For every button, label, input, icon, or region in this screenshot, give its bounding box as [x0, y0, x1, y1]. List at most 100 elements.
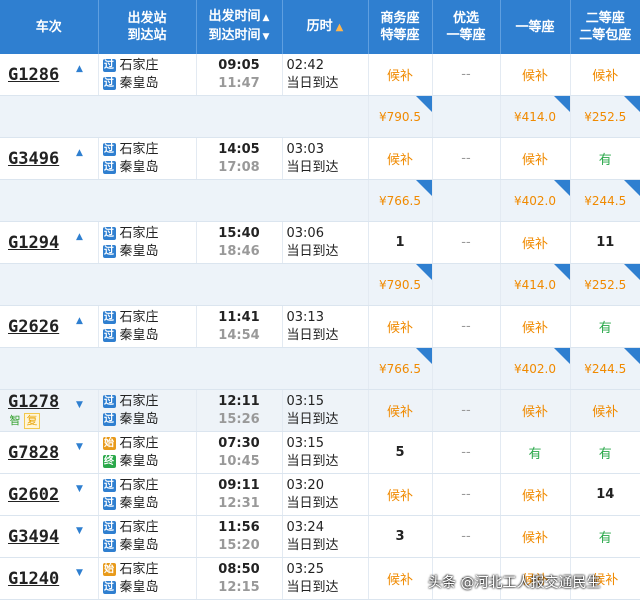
- toggle-stops-icon[interactable]: ▲: [76, 316, 83, 326]
- business-seat[interactable]: 候补: [368, 137, 433, 180]
- table-row[interactable]: G2602 ▼ 过石家庄过秦皇岛 09:11 12:31 03:20 当日到达 候补 -- 候补 1…: [0, 473, 640, 516]
- times-cell: 09:11 12:31: [196, 473, 283, 516]
- watermark: 头条 @河北工人报交通民生: [428, 575, 601, 591]
- train-number-link[interactable]: G2602: [8, 485, 59, 505]
- to-station: 秦皇岛: [119, 453, 159, 469]
- train-number-link[interactable]: G3496: [8, 149, 59, 169]
- second-class-seat[interactable]: 有: [570, 137, 640, 180]
- train-number-cell: G7828 ▼: [0, 431, 99, 474]
- stations-cell: 过石家庄过秦皇岛: [98, 137, 197, 180]
- table-row[interactable]: G1294 ▲ 过石家庄过秦皇岛 15:40 18:46 03:06 当日到达 1 -- 候补 11: [0, 221, 640, 264]
- toggle-stops-icon[interactable]: ▲: [76, 64, 83, 74]
- business-seat[interactable]: 3: [368, 515, 433, 558]
- sort-asc-icon[interactable]: ▲: [263, 13, 270, 23]
- table-row[interactable]: G1286 ▲ 过石家庄过秦皇岛 09:05 11:47 02:42 当日到达 候补 -- 候补候…: [0, 54, 640, 96]
- stations-cell: 过石家庄过秦皇岛: [98, 221, 197, 264]
- business-seat[interactable]: 候补: [368, 557, 433, 600]
- train-number-link[interactable]: G7828: [8, 443, 59, 463]
- discount-corner-icon: [415, 264, 432, 280]
- duration: 03:15: [286, 393, 324, 409]
- duration: 03:24: [286, 519, 324, 535]
- business-seat[interactable]: 候补: [368, 54, 433, 96]
- table-row[interactable]: G3494 ▼ 过石家庄过秦皇岛 11:56 15:20 03:24 当日到达 3 -- 候补有: [0, 515, 640, 558]
- business-seat[interactable]: 1: [368, 221, 433, 264]
- second-class-seat[interactable]: 有: [570, 515, 640, 558]
- discount-corner-icon: [415, 180, 432, 196]
- arrival-time: 17:08: [218, 159, 260, 175]
- first-class-seat[interactable]: 候补: [500, 137, 571, 180]
- duration-cell: 03:15 当日到达: [282, 431, 369, 474]
- business-price: ¥766.5: [368, 347, 433, 390]
- premium-first-seat: --: [432, 515, 501, 558]
- second-class-seat[interactable]: 11: [570, 221, 640, 264]
- station-type-icon: 过: [102, 521, 116, 534]
- table-row[interactable]: G1278 ▼ 智复过石家庄过秦皇岛 12:11 15:26 03:15 当日到达 候补 -- 候…: [0, 389, 640, 432]
- discount-corner-icon: [415, 348, 432, 364]
- duration-cell: 03:03 当日到达: [282, 137, 369, 180]
- table-row[interactable]: G7828 ▼ 始石家庄终秦皇岛 07:30 10:45 03:15 当日到达 5 -- 有有: [0, 431, 640, 474]
- toggle-stops-icon[interactable]: ▼: [76, 568, 83, 578]
- train-number-cell: G1294 ▲: [0, 221, 99, 264]
- business-seat[interactable]: 5: [368, 431, 433, 474]
- arrival-time: 18:46: [218, 243, 260, 259]
- stations-cell: 过石家庄过秦皇岛: [98, 473, 197, 516]
- first-class-seat[interactable]: 候补: [500, 54, 571, 96]
- duration-cell: 03:20 当日到达: [282, 473, 369, 516]
- second-class-seat[interactable]: 候补: [570, 389, 640, 432]
- train-number-cell: G2602 ▼: [0, 473, 99, 516]
- to-station: 秦皇岛: [119, 411, 159, 427]
- second-class-seat[interactable]: 候补: [570, 54, 640, 96]
- toggle-stops-icon[interactable]: ▼: [76, 400, 83, 410]
- header-duration[interactable]: 历时 ▲: [282, 0, 369, 54]
- header-train-no[interactable]: 车次: [0, 0, 99, 54]
- second-class-price: ¥244.5: [570, 347, 640, 390]
- train-number-cell: G1278 ▼ 智复: [0, 389, 99, 432]
- table-row[interactable]: G3496 ▲ 过石家庄过秦皇岛 14:05 17:08 03:03 当日到达 候补 -- 候补有: [0, 137, 640, 180]
- second-class-seat[interactable]: 14: [570, 473, 640, 516]
- table-row[interactable]: G2626 ▲ 过石家庄过秦皇岛 11:41 14:54 03:13 当日到达 候补 -- 候补有: [0, 305, 640, 348]
- discount-corner-icon: [624, 264, 640, 280]
- business-seat[interactable]: 候补: [368, 389, 433, 432]
- second-class-seat[interactable]: 有: [570, 305, 640, 348]
- first-class-seat[interactable]: 候补: [500, 305, 571, 348]
- first-class-seat[interactable]: 候补: [500, 389, 571, 432]
- sort-asc-icon[interactable]: ▲: [336, 22, 344, 33]
- second-class-seat[interactable]: 有: [570, 431, 640, 474]
- station-type-icon: 过: [102, 311, 116, 324]
- from-station: 石家庄: [119, 141, 159, 157]
- arrival-day: 当日到达: [286, 159, 339, 175]
- times-cell: 11:56 15:20: [196, 515, 283, 558]
- price-row-spacer: [0, 263, 369, 306]
- business-seat[interactable]: 候补: [368, 305, 433, 348]
- duration: 03:25: [286, 561, 324, 577]
- discount-corner-icon: [624, 96, 640, 112]
- first-class-seat[interactable]: 有: [500, 431, 571, 474]
- train-number-cell: G1240 ▼: [0, 557, 99, 600]
- to-station: 秦皇岛: [119, 579, 159, 595]
- duration-cell: 02:42 当日到达: [282, 54, 369, 96]
- train-number-link[interactable]: G1240: [8, 569, 59, 589]
- stations-cell: 过石家庄过秦皇岛: [98, 515, 197, 558]
- toggle-stops-icon[interactable]: ▼: [76, 442, 83, 452]
- station-type-icon: 过: [102, 413, 116, 426]
- sort-desc-icon[interactable]: ▼: [263, 32, 270, 42]
- times-cell: 12:11 15:26: [196, 389, 283, 432]
- train-number-link[interactable]: G1278: [8, 392, 59, 412]
- train-number-link[interactable]: G1286: [8, 65, 59, 85]
- premium-first-price: [432, 95, 501, 138]
- toggle-stops-icon[interactable]: ▼: [76, 526, 83, 536]
- train-number-link[interactable]: G3494: [8, 527, 59, 547]
- toggle-stops-icon[interactable]: ▲: [76, 148, 83, 158]
- first-class-seat[interactable]: 候补: [500, 221, 571, 264]
- train-number-link[interactable]: G2626: [8, 317, 59, 337]
- first-class-seat[interactable]: 候补: [500, 473, 571, 516]
- business-seat[interactable]: 候补: [368, 473, 433, 516]
- price-row: ¥766.5 ¥402.0 ¥244.5: [0, 179, 640, 222]
- station-type-icon: 过: [102, 245, 116, 258]
- toggle-stops-icon[interactable]: ▲: [76, 232, 83, 242]
- first-class-seat[interactable]: 候补: [500, 515, 571, 558]
- price-row: ¥790.5 ¥414.0 ¥252.5: [0, 95, 640, 138]
- toggle-stops-icon[interactable]: ▼: [76, 484, 83, 494]
- header-times[interactable]: 出发时间 ▲ 到达时间 ▼: [196, 0, 283, 54]
- train-number-link[interactable]: G1294: [8, 233, 59, 253]
